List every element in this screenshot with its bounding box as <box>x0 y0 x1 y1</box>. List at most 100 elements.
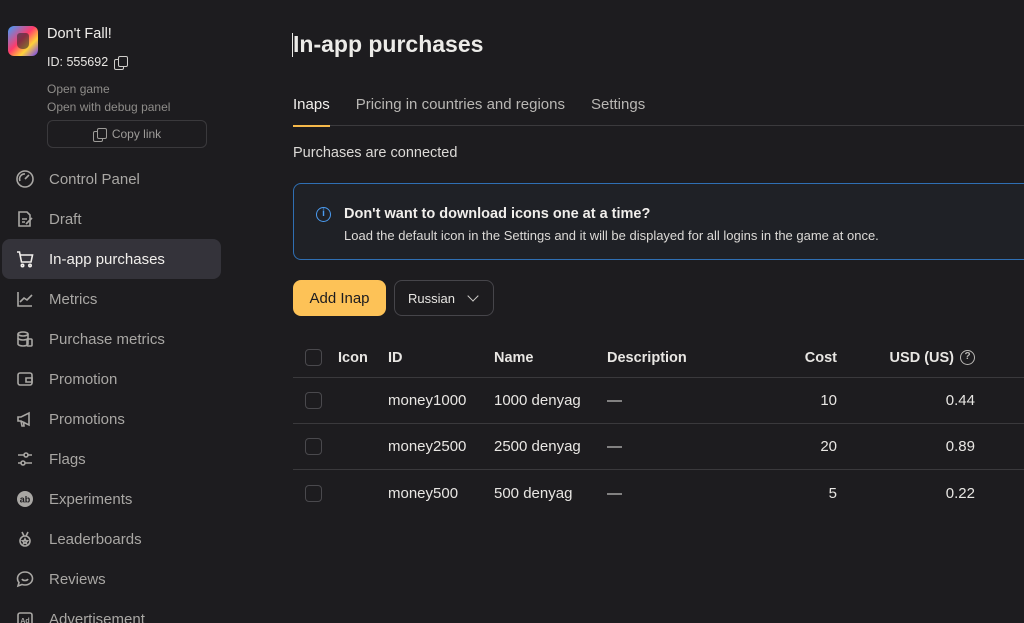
language-value: Russian <box>408 290 455 306</box>
wallet-icon <box>14 368 36 390</box>
gauge-icon <box>14 168 36 190</box>
edit-icon <box>14 208 36 230</box>
row-usd: 0.89 <box>945 438 975 455</box>
copy-id-icon[interactable] <box>114 55 129 70</box>
sidebar-item-leaderboards[interactable]: Leaderboards <box>2 519 221 559</box>
open-game-link[interactable]: Open game <box>47 82 110 96</box>
select-all-cell <box>305 338 322 377</box>
info-banner: i Don't want to download icons one at a … <box>293 183 1024 260</box>
tabs: Inaps Pricing in countries and regions S… <box>293 96 1024 127</box>
sidebar-item-label: Promotions <box>49 410 125 428</box>
sidebar-item-label: Reviews <box>49 570 106 588</box>
ad-icon: Ad <box>14 608 36 623</box>
copy-link-button[interactable]: Copy link <box>47 120 207 148</box>
row-cost: 20 <box>820 438 837 455</box>
row-description: — <box>607 484 622 502</box>
header-usd: USD (US) ? <box>873 338 975 377</box>
row-checkbox[interactable] <box>305 438 322 455</box>
header-id: ID <box>388 349 403 366</box>
sidebar-item-experiments[interactable]: ab Experiments <box>2 479 221 519</box>
add-inap-button[interactable]: Add Inap <box>293 280 386 316</box>
sidebar-item-promotion[interactable]: Promotion <box>2 359 221 399</box>
app-logo <box>8 26 38 56</box>
header-description: Description <box>607 349 687 366</box>
header-name: Name <box>494 349 534 366</box>
sidebar-item-draft[interactable]: Draft <box>2 199 221 239</box>
table-row[interactable]: money2500 2500 denyag — 20 0.89 <box>293 424 1024 470</box>
row-name: 500 denyag <box>494 484 573 502</box>
megaphone-icon <box>14 408 36 430</box>
sidebar-item-label: Advertisement <box>49 610 145 623</box>
svg-text:ab: ab <box>20 495 31 505</box>
row-usd: 0.22 <box>945 484 975 502</box>
sidebar-item-metrics[interactable]: Metrics <box>2 279 221 319</box>
table-row[interactable]: money500 500 denyag — 5 0.22 <box>293 470 1024 516</box>
info-title: Don't want to download icons one at a ti… <box>344 206 651 222</box>
sidebar-item-promotions[interactable]: Promotions <box>2 399 221 439</box>
help-icon[interactable]: ? <box>960 350 975 365</box>
copy-icon <box>92 127 107 142</box>
sliders-icon <box>14 448 36 470</box>
coins-icon <box>14 328 36 350</box>
sidebar-item-label: Flags <box>49 450 86 468</box>
sidebar-item-label: Purchase metrics <box>49 330 165 348</box>
row-name: 1000 denyag <box>494 392 581 409</box>
tab-inaps[interactable]: Inaps <box>293 96 330 127</box>
row-checkbox[interactable] <box>305 392 322 409</box>
page-title: In-app purchases <box>293 31 484 57</box>
copy-link-label: Copy link <box>111 127 162 141</box>
sidebar-item-reviews[interactable]: Reviews <box>2 559 221 599</box>
row-description: — <box>607 438 622 455</box>
sidebar-item-label: Experiments <box>49 490 133 508</box>
table-row[interactable]: money1000 1000 denyag — 10 0.44 <box>293 378 1024 424</box>
sidebar-item-label: Draft <box>49 210 82 228</box>
sidebar-item-label: Leaderboards <box>49 530 142 548</box>
sidebar-item-advertisement[interactable]: Ad Advertisement <box>2 599 221 623</box>
purchases-status: Purchases are connected <box>293 145 458 161</box>
row-name: 2500 denyag <box>494 438 581 455</box>
sidebar: Don't Fall! ID: 555692 Open game Open wi… <box>0 0 230 623</box>
chevron-down-icon <box>467 290 479 302</box>
sidebar-item-label: In-app purchases <box>49 250 165 268</box>
sidebar-item-flags[interactable]: Flags <box>2 439 221 479</box>
line-chart-icon <box>14 288 36 310</box>
info-icon: i <box>316 207 331 222</box>
sidebar-item-label: Promotion <box>49 370 118 388</box>
row-checkbox-cell <box>305 424 322 469</box>
row-usd: 0.44 <box>945 392 975 409</box>
row-id: money1000 <box>388 392 467 409</box>
inaps-table: Icon ID Name Description Cost USD (US) ?… <box>293 338 1024 516</box>
open-debug-link[interactable]: Open with debug panel <box>47 100 170 114</box>
row-id: money2500 <box>388 438 467 455</box>
app-title: Don't Fall! <box>47 26 112 42</box>
medal-icon <box>14 528 36 550</box>
header-cost: Cost <box>804 349 837 366</box>
table-header: Icon ID Name Description Cost USD (US) ? <box>293 338 1024 378</box>
tab-settings[interactable]: Settings <box>591 96 645 126</box>
app-id-label: ID: 555692 <box>47 55 109 69</box>
tab-pricing[interactable]: Pricing in countries and regions <box>356 96 565 126</box>
info-body: Load the default icon in the Settings an… <box>344 228 879 243</box>
language-select[interactable]: Russian <box>394 280 494 316</box>
header-usd-label: USD (US) <box>889 349 954 366</box>
chat-icon <box>14 568 36 590</box>
main-content: In-app purchases Inaps Pricing in countr… <box>292 0 1024 623</box>
header-icon: Icon <box>338 349 368 366</box>
row-cost: 5 <box>828 484 837 502</box>
cart-icon <box>14 248 36 270</box>
sidebar-item-control-panel[interactable]: Control Panel <box>2 159 221 199</box>
row-cost: 10 <box>820 392 837 409</box>
app-id: ID: 555692 <box>47 55 129 70</box>
select-all-checkbox[interactable] <box>305 349 322 366</box>
sidebar-nav: Control Panel Draft In-app purchases Met… <box>2 159 221 623</box>
row-id: money500 <box>388 484 459 502</box>
ab-icon: ab <box>14 488 36 510</box>
sidebar-item-label: Metrics <box>49 290 98 308</box>
row-description: — <box>607 392 622 409</box>
sidebar-item-label: Control Panel <box>49 170 140 188</box>
row-checkbox[interactable] <box>305 484 322 502</box>
svg-text:Ad: Ad <box>20 618 29 623</box>
sidebar-item-in-app-purchases[interactable]: In-app purchases <box>2 239 221 279</box>
row-checkbox-cell <box>305 470 322 516</box>
sidebar-item-purchase-metrics[interactable]: Purchase metrics <box>2 319 221 359</box>
